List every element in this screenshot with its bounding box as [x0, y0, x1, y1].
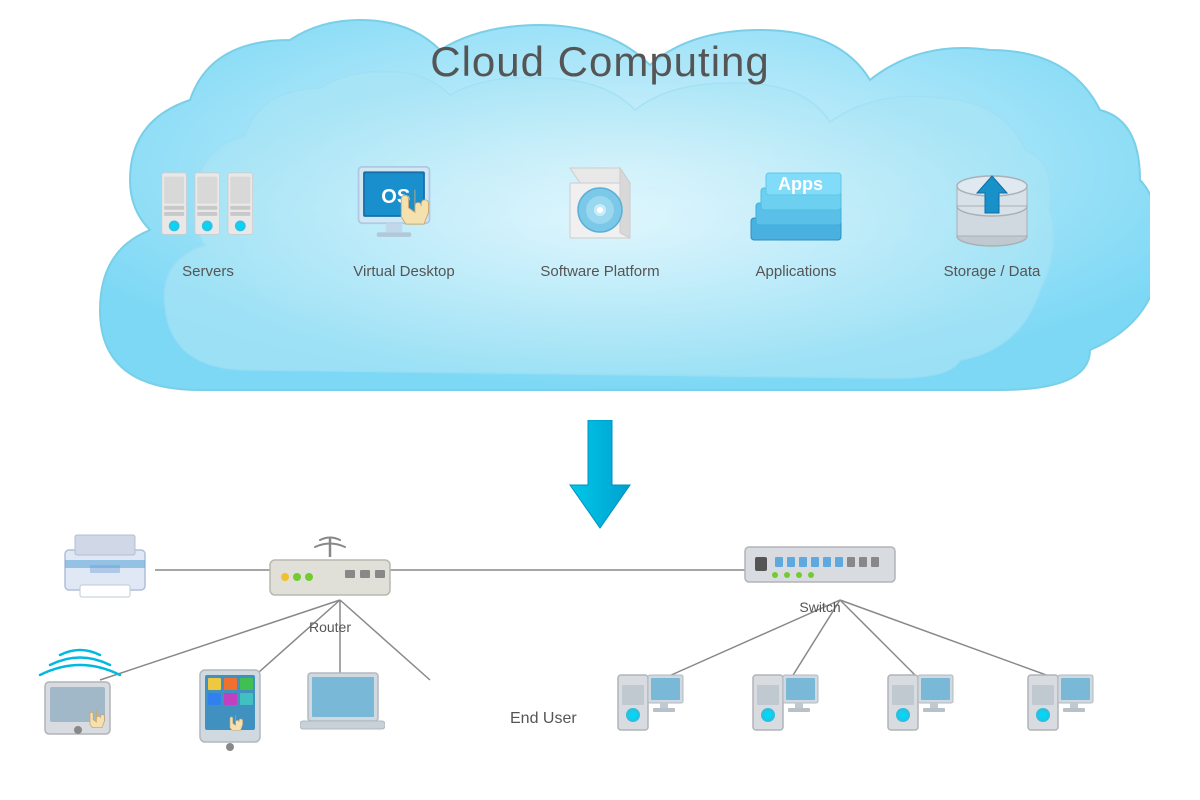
- cloud-item-applications: Apps Applications: [711, 155, 881, 280]
- desktop-1-device: [610, 670, 685, 765]
- virtual-desktop-label: Virtual Desktop: [353, 263, 454, 280]
- cloud-item-virtual-desktop: OS Virtual Desktop: [319, 155, 489, 280]
- cloud-title: Cloud Computing: [50, 38, 1150, 86]
- software-platform-icon: [550, 155, 650, 255]
- cloud-arrow-down: [560, 420, 640, 535]
- storage-label: Storage / Data: [944, 263, 1041, 280]
- printer-device: [60, 530, 150, 600]
- router-device: Router: [265, 535, 395, 635]
- desktop-4-device: [1020, 670, 1095, 765]
- servers-label: Servers: [182, 263, 234, 280]
- end-user-label: End User: [510, 710, 577, 728]
- virtual-desktop-icon: OS: [354, 155, 454, 255]
- touch-tablet-device: [195, 665, 275, 755]
- svg-text:Apps: Apps: [778, 174, 823, 194]
- software-platform-label: Software Platform: [540, 263, 659, 280]
- cloud-item-servers: Servers: [123, 155, 293, 280]
- wireless-tablet-device: [30, 640, 130, 750]
- switch-label: Switch: [799, 599, 840, 615]
- switch-device: Switch: [740, 535, 900, 615]
- storage-icon: [942, 155, 1042, 255]
- servers-icon: [158, 155, 258, 255]
- laptop-device: [300, 668, 385, 743]
- cloud-container: Cloud Computing: [50, 10, 1150, 430]
- cloud-items-row: Servers OS: [110, 155, 1090, 280]
- cloud-item-storage: Storage / Data: [907, 155, 1077, 280]
- desktop-3-device: [880, 670, 955, 765]
- cloud-item-software-platform: Software Platform: [515, 155, 685, 280]
- applications-icon: Apps: [746, 155, 846, 255]
- applications-label: Applications: [756, 263, 837, 280]
- end-user-label-container: End User: [510, 710, 577, 728]
- desktop-2-device: [745, 670, 820, 765]
- router-label: Router: [309, 619, 351, 635]
